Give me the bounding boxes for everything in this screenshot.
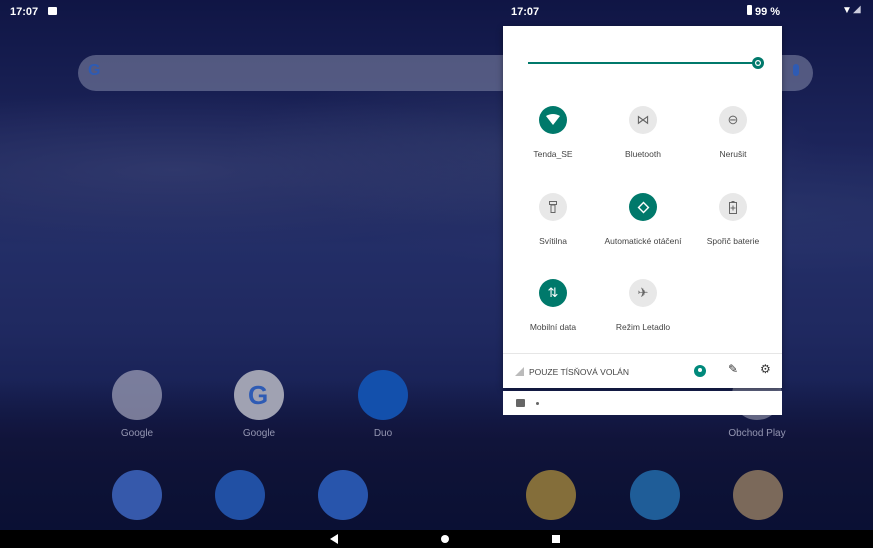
tile-label: Tenda_SE (533, 149, 573, 159)
user-icon[interactable] (694, 365, 706, 377)
bluetooth-icon: ⋈ (629, 106, 657, 134)
screenshot-notification-icon (48, 7, 57, 15)
tile-do-not-disturb[interactable]: ⊖ Nerušit (688, 106, 778, 176)
brightness-slider[interactable] (528, 62, 758, 64)
tile-bluetooth[interactable]: ⋈ Bluetooth (598, 106, 688, 176)
screenshot-notification-icon (516, 399, 525, 407)
tile-battery-saver[interactable]: Spořič baterie (688, 193, 778, 263)
settings-gear-icon[interactable]: ⚙ (760, 362, 771, 376)
wifi-status-icon: ▼ (842, 5, 852, 16)
navigation-bar (0, 530, 873, 548)
edit-pencil-icon[interactable]: ✎ (728, 362, 738, 376)
tile-label: Nerušit (719, 149, 747, 159)
tile-auto-rotate[interactable]: Automatické otáčení (598, 193, 688, 263)
tile-flashlight[interactable]: Svítilna (508, 193, 598, 263)
tile-label: Režim Letadlo (615, 322, 671, 332)
tile-label: Svítilna (539, 236, 567, 246)
quick-settings-footer: POUZE TÍSŇOVÁ VOLÁN ✎ ⚙ (503, 353, 782, 389)
notification-dot (536, 402, 539, 405)
recents-button[interactable] (552, 535, 560, 543)
home-button[interactable] (441, 535, 449, 543)
quick-settings-panel: Tenda_SE ⋈ Bluetooth ⊖ Nerušit Svítilna … (503, 26, 782, 388)
tile-label: Spořič baterie (706, 236, 760, 246)
status-time-panel: 17:07 (511, 6, 540, 18)
carrier-status-text: POUZE TÍSŇOVÁ VOLÁN (529, 367, 629, 377)
status-bar: 17:07 17:07 99 % ▼ ◢ (0, 0, 873, 24)
notification-strip[interactable] (503, 391, 782, 415)
tile-label: Bluetooth (625, 149, 661, 159)
battery-icon (747, 5, 752, 15)
no-signal-icon (515, 367, 524, 376)
battery-percentage: 99 % (755, 6, 781, 18)
airplane-icon: ✈ (629, 279, 657, 307)
tile-mobile-data[interactable]: ⇅ Mobilní data (508, 279, 598, 349)
brightness-icon[interactable] (751, 56, 765, 70)
status-time-left: 17:07 (10, 6, 39, 18)
rotate-icon (629, 193, 657, 221)
mobile-data-icon: ⇅ (539, 279, 567, 307)
tile-label: Mobilní data (529, 322, 577, 332)
flashlight-icon (539, 193, 567, 221)
tile-label: Automatické otáčení (604, 236, 682, 246)
back-button[interactable] (330, 534, 338, 544)
tile-airplane-mode[interactable]: ✈ Režim Letadlo (598, 279, 688, 349)
battery-saver-icon (719, 193, 747, 221)
signal-status-icon: ◢ (853, 4, 861, 15)
tile-wifi[interactable]: Tenda_SE (508, 106, 598, 176)
dnd-icon: ⊖ (719, 106, 747, 134)
wifi-icon (539, 106, 567, 134)
